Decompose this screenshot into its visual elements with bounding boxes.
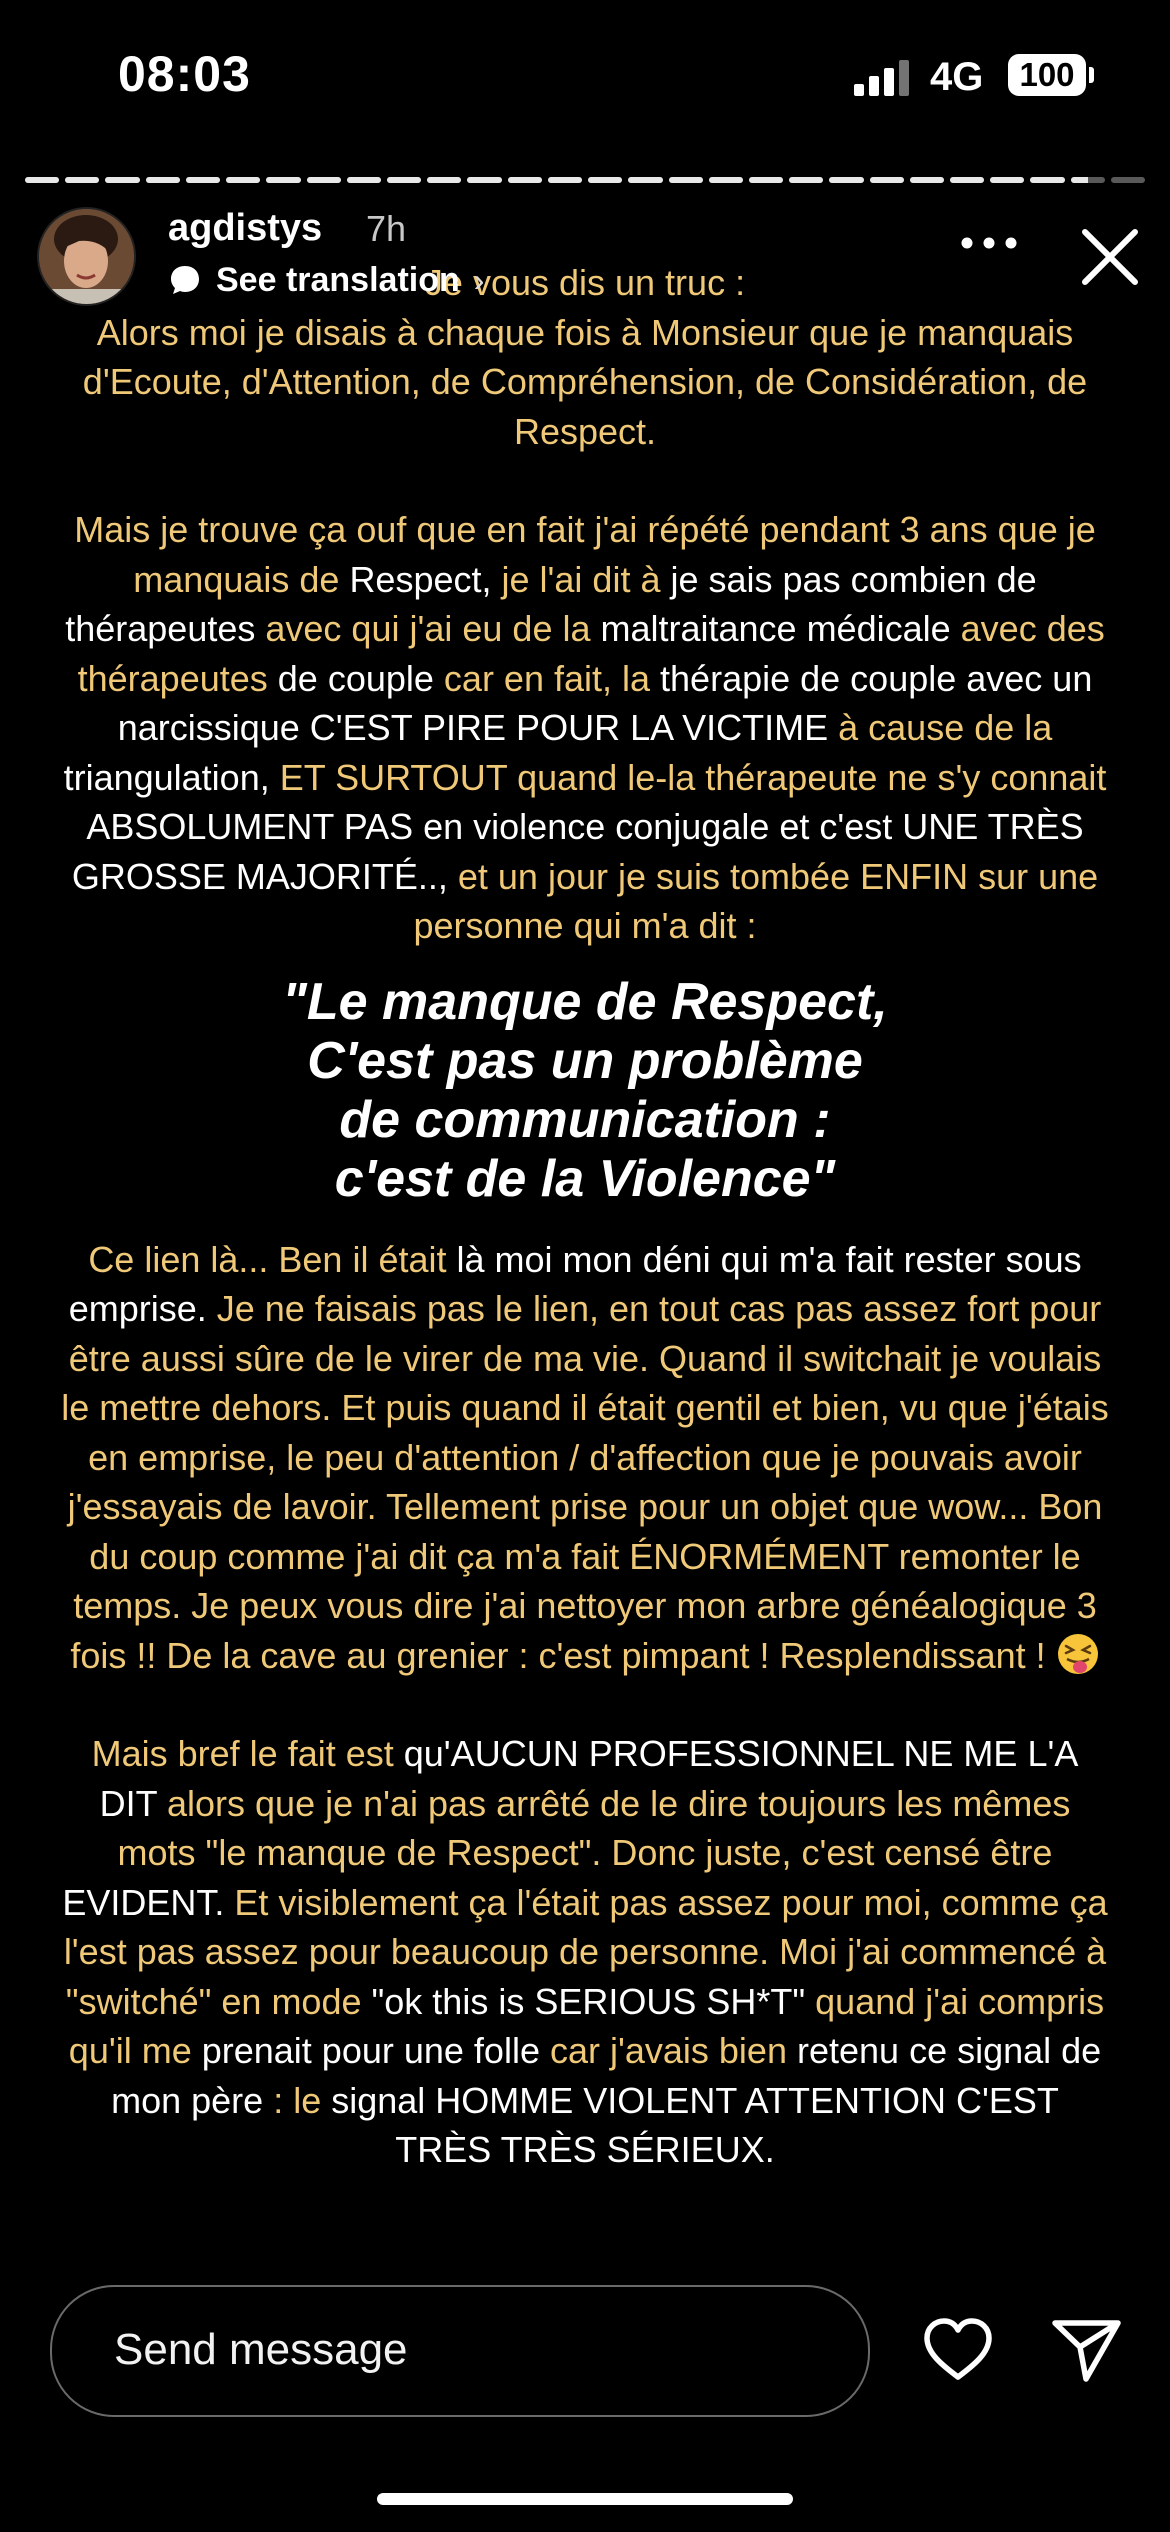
home-indicator[interactable] [377,2493,793,2505]
progress-segment [829,177,864,183]
text-run: Mais bref le fait est [91,1733,404,1774]
story-timestamp: 7h [366,208,407,249]
progress-segment [105,177,140,183]
progress-segment [65,177,100,183]
text-run: EVIDENT. [62,1881,235,1923]
battery-tip [1089,67,1094,83]
story-progress-bar [25,177,1146,183]
progress-segment [346,177,381,183]
progress-segment [1030,177,1065,183]
text-run: Ce lien là... Ben il était [88,1238,457,1280]
battery-indicator: 100 [1008,54,1086,96]
progress-segment [668,177,703,183]
username[interactable]: agdistys [168,207,322,250]
progress-segment [467,177,502,183]
text-run: triangulation, [63,756,280,798]
progress-segment [1070,177,1105,183]
text-run: "ok this is SERIOUS SH*T" [371,1980,816,2022]
text-run: alors que je n'ai pas arrêté de le dire … [117,1782,1071,1874]
text-run: car en fait, la [443,657,661,699]
story-text: Je vous dis un truc : Alors moi je disai… [60,258,1110,2175]
progress-segment [386,177,422,183]
paragraph-3: Ce lien là... Ben il était là moi mon dé… [60,1235,1110,1681]
cellular-signal-icon [854,60,909,96]
progress-segment [990,177,1025,183]
text-run: car j'avais bien [549,2030,797,2071]
paragraph-4: Mais bref le fait est qu'AUCUN PROFESSIO… [60,1729,1110,2175]
text-run: : le [273,2079,332,2121]
text-run: à cause de la [838,707,1053,748]
progress-segment [708,177,743,183]
chevron-right-icon: › [473,261,485,298]
more-horizontal-icon[interactable] [960,233,1018,253]
progress-segment [306,177,341,183]
close-icon[interactable] [1075,222,1145,292]
quote-line: "Le manque de Respect, [282,972,888,1031]
progress-segment [588,177,623,183]
paragraph-2: Mais je trouve ça ouf que en fait j'ai r… [60,505,1110,951]
text-run: je l'ai dit à [501,558,671,600]
progress-segment [1110,177,1146,183]
status-time: 08:03 [118,46,251,102]
see-translation-button[interactable]: See translation › [168,258,484,302]
text-run: ET SURTOUT quand le-la thérapeute ne s'y… [279,756,1107,798]
text-run: de couple [277,657,444,699]
send-message-input[interactable] [112,2287,836,2413]
heart-icon[interactable] [922,2317,994,2383]
text-run: Respect, [349,558,502,600]
text-run: maltraitance médicale [600,608,961,649]
text-run: prenait pour une folle [201,2030,550,2071]
progress-segment [25,177,60,183]
status-bar: 08:03 4G 100 [0,0,1170,150]
text-run: avec qui j'ai eu de la [265,608,601,649]
send-icon[interactable] [1050,2317,1122,2383]
text-run: et un jour je suis tombée ENFIN sur une … [413,855,1099,947]
progress-segment [950,177,985,183]
progress-segment [789,177,824,183]
paragraph-1: Alors moi je disais à chaque fois à Mons… [82,311,1088,452]
progress-segment [748,177,784,183]
text-run: signal HOMME VIOLENT ATTENTION C'EST TRÈ… [331,2079,1059,2171]
progress-segment [226,177,261,183]
progress-segment [909,177,945,183]
speech-bubble-icon [171,266,199,294]
quote-line: de communication : [339,1090,831,1149]
progress-segment [547,177,583,183]
quote-line: c'est de la Violence" [334,1149,836,1208]
progress-segment [869,177,904,183]
progress-segment [185,177,221,183]
text-run: Je ne faisais pas le lien, en tout cas p… [61,1288,1109,1676]
progress-segment [628,177,663,183]
progress-segment [145,177,180,183]
progress-segment [507,177,542,183]
progress-segment [266,177,301,183]
progress-segment [427,177,462,183]
see-translation-label: See translation [216,260,460,299]
quote-line: C'est pas un problème [307,1031,863,1090]
network-type: 4G [930,55,984,99]
message-composer[interactable] [50,2285,870,2417]
quote-block: "Le manque de Respect, C'est pas un prob… [60,973,1110,1209]
tongue-out-emoji-icon [1057,1633,1098,1674]
